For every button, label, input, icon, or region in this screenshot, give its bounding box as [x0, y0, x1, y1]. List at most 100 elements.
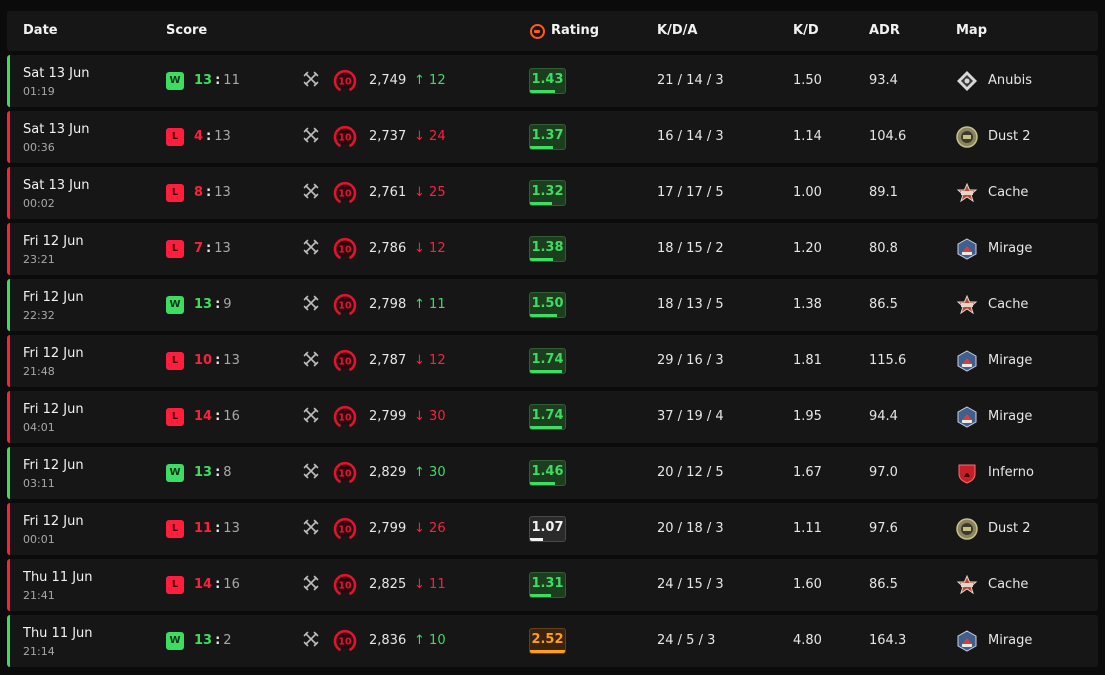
score-separator: :	[206, 185, 212, 200]
adr-value: 89.1	[869, 185, 898, 200]
match-date: Sat 13 Jun	[23, 178, 90, 193]
match-row[interactable]: Thu 11 Jun 21:14 W 13:2 10 2,836 ↑ 10 2.52 24 / …	[7, 615, 1098, 667]
opponent-score: 8	[223, 465, 232, 480]
elo-delta-value: 10	[429, 633, 446, 648]
skill-level-badge: 10	[332, 68, 358, 94]
kda-value: 37 / 19 / 4	[657, 409, 724, 424]
elo-delta-arrow: ↑	[414, 73, 425, 88]
skill-level-badge: 10	[332, 348, 358, 374]
score-separator: :	[215, 353, 221, 368]
kd-value: 1.38	[793, 297, 822, 312]
result-badge: W	[166, 632, 184, 650]
map-name: Dust 2	[988, 521, 1031, 536]
result-badge: L	[166, 520, 184, 538]
kd-value: 1.60	[793, 577, 822, 592]
map-name: Mirage	[988, 409, 1033, 424]
match-date: Fri 12 Jun	[23, 514, 84, 529]
own-score: 10	[194, 353, 213, 368]
kda-value: 24 / 5 / 3	[657, 633, 716, 648]
kd-value: 1.67	[793, 465, 822, 480]
elo-delta-value: 30	[429, 465, 446, 480]
elo-delta-arrow: ↑	[414, 465, 425, 480]
cache-map-icon	[956, 182, 978, 204]
inferno-map-icon	[956, 462, 978, 484]
map-name: Cache	[988, 185, 1029, 200]
opponent-score: 13	[223, 353, 240, 368]
elo-value: 2,836	[369, 633, 407, 648]
header-rating[interactable]: Rating	[530, 11, 599, 51]
header-kda[interactable]: K/D/A	[657, 11, 697, 51]
adr-value: 93.4	[869, 73, 898, 88]
opponent-score: 13	[214, 129, 231, 144]
cross-swords-icon	[303, 127, 319, 143]
match-date: Fri 12 Jun	[23, 234, 84, 249]
elo-delta-value: 11	[429, 577, 446, 592]
match-score: 8:13	[194, 185, 231, 200]
match-row[interactable]: Sat 13 Jun 00:02 L 8:13 10 2,761 ↓ 25 1.32 17 / …	[7, 167, 1098, 219]
elo-delta-value: 30	[429, 409, 446, 424]
map-name: Cache	[988, 577, 1029, 592]
match-row[interactable]: Fri 12 Jun 22:32 W 13:9 10 2,798 ↑ 11 1.50 18 / …	[7, 279, 1098, 331]
rating-badge: 1.07	[529, 516, 566, 542]
rating-value: 1.31	[531, 576, 564, 591]
svg-text:10: 10	[338, 188, 352, 199]
match-date: Thu 11 Jun	[23, 570, 93, 585]
match-row[interactable]: Thu 11 Jun 21:41 L 14:16 10 2,825 ↓ 11 1.31 24 /…	[7, 559, 1098, 611]
match-row[interactable]: Fri 12 Jun 03:11 W 13:8 10 2,829 ↑ 30 1.46 20 / …	[7, 447, 1098, 499]
match-score: 10:13	[194, 353, 240, 368]
rating-badge: 1.74	[529, 404, 566, 430]
cross-swords-icon	[303, 71, 319, 87]
header-date[interactable]: Date	[23, 11, 58, 51]
opponent-score: 16	[223, 577, 240, 592]
elo-delta: ↓ 12	[414, 241, 446, 256]
dust2-map-icon	[956, 518, 978, 540]
rating-value: 1.74	[531, 408, 564, 423]
elo-value: 2,799	[369, 409, 407, 424]
match-row[interactable]: Sat 13 Jun 00:36 L 4:13 10 2,737 ↓ 24 1.37 16 / …	[7, 111, 1098, 163]
match-score: 13:11	[194, 73, 240, 88]
cross-swords-icon	[303, 463, 319, 479]
score-separator: :	[215, 297, 221, 312]
map-name: Inferno	[988, 465, 1034, 480]
match-row[interactable]: Sat 13 Jun 01:19 W 13:11 10 2,749 ↑ 12 1.43 21 /…	[7, 55, 1098, 107]
elo-delta-value: 12	[429, 241, 446, 256]
map-name: Dust 2	[988, 129, 1031, 144]
match-row[interactable]: Fri 12 Jun 21:48 L 10:13 10 2,787 ↓ 12 1.74 29 /…	[7, 335, 1098, 387]
elo-value: 2,737	[369, 129, 407, 144]
elo-value: 2,825	[369, 577, 407, 592]
kd-value: 4.80	[793, 633, 822, 648]
svg-text:10: 10	[338, 412, 352, 423]
header-score[interactable]: Score	[166, 11, 207, 51]
rating-bar	[530, 202, 552, 205]
rating-badge: 1.32	[529, 180, 566, 206]
header-map[interactable]: Map	[956, 11, 987, 51]
header-kd[interactable]: K/D	[793, 11, 819, 51]
match-row[interactable]: Fri 12 Jun 23:21 L 7:13 10 2,786 ↓ 12 1.38 18 / …	[7, 223, 1098, 275]
result-badge: L	[166, 240, 184, 258]
opponent-score: 2	[223, 633, 232, 648]
elo-delta: ↓ 30	[414, 409, 446, 424]
elo-delta-value: 12	[429, 353, 446, 368]
match-row[interactable]: Fri 12 Jun 04:01 L 14:16 10 2,799 ↓ 30 1.74 37 /…	[7, 391, 1098, 443]
match-row[interactable]: Fri 12 Jun 00:01 L 11:13 10 2,799 ↓ 26 1.07 20 /…	[7, 503, 1098, 555]
match-date: Fri 12 Jun	[23, 458, 84, 473]
skill-level-badge: 10	[332, 236, 358, 262]
header-rating-label: Rating	[551, 23, 600, 38]
rating-value: 1.38	[531, 240, 564, 255]
svg-text:10: 10	[338, 468, 352, 479]
adr-value: 94.4	[869, 409, 898, 424]
elo-delta: ↑ 11	[414, 297, 446, 312]
match-score: 14:16	[194, 409, 240, 424]
result-indicator-bar	[7, 391, 10, 443]
elo-value: 2,786	[369, 241, 407, 256]
match-date: Fri 12 Jun	[23, 346, 84, 361]
skill-level-icon: 10	[333, 69, 357, 91]
opponent-score: 16	[223, 409, 240, 424]
result-indicator-bar	[7, 111, 10, 163]
header-adr[interactable]: ADR	[869, 11, 900, 51]
svg-text:10: 10	[338, 580, 352, 591]
rating-bar	[530, 314, 558, 317]
elo-delta-arrow: ↓	[414, 521, 425, 536]
match-score: 14:16	[194, 577, 240, 592]
match-score: 13:8	[194, 465, 232, 480]
